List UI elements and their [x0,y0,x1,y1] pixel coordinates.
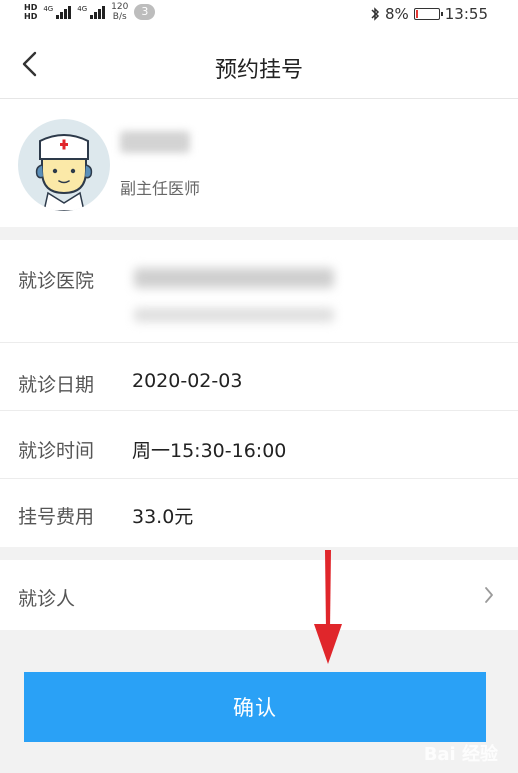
network-speed: 120 B/s [111,2,129,22]
signal-icon-2: 4G [77,5,106,19]
doctor-avatar-icon [35,134,93,211]
doctor-avatar [18,119,110,211]
status-right: 8% 13:55 [370,5,488,23]
chevron-right-icon [485,587,493,603]
hospital-name-redacted [134,268,334,288]
nav-bar: 预约挂号 [0,30,518,99]
battery-icon [413,8,443,20]
annotation-arrow-icon [314,550,342,664]
patient-selector[interactable]: 就诊人 [0,560,518,630]
appointment-info: 就诊医院 就诊日期 2020-02-03 就诊时间 周一15:30-16:00 … [0,240,518,547]
time-row: 就诊时间 周一15:30-16:00 [0,410,518,479]
date-value: 2020-02-03 [132,370,243,392]
battery-percent: 8% [384,5,409,23]
page-title: 预约挂号 [214,58,303,83]
doctor-card: 副主任医师 [0,99,518,227]
hospital-address-redacted [134,308,334,322]
fee-value: 33.0元 [132,506,194,528]
baidu-watermark: Bai 经验 [423,744,498,765]
time-value: 周一15:30-16:00 [132,440,287,462]
hospital-label: 就诊医院 [18,270,95,292]
confirm-button[interactable]: 确认 [24,672,486,742]
doctor-name-redacted [120,131,190,153]
time-label: 就诊时间 [18,440,95,462]
hospital-row: 就诊医院 [0,240,518,343]
notification-badge: 3 [134,4,156,20]
date-label: 就诊日期 [18,374,95,396]
date-row: 就诊日期 2020-02-03 [0,342,518,411]
fee-label: 挂号费用 [18,506,95,528]
doctor-title: 副主任医师 [120,179,201,198]
sim-indicator: HD HD [24,3,38,21]
signal-icon: 4G [43,5,72,19]
bluetooth-icon [371,7,380,21]
patient-label: 就诊人 [18,588,76,610]
fee-row: 挂号费用 33.0元 [0,478,518,547]
status-bar: HD HD 4G 4G 120 B/s 3 8% 13:55 [0,0,518,30]
status-left: HD HD 4G 4G 120 B/s 3 [24,2,156,22]
clock: 13:55 [444,5,488,23]
battery-fill [415,10,418,18]
